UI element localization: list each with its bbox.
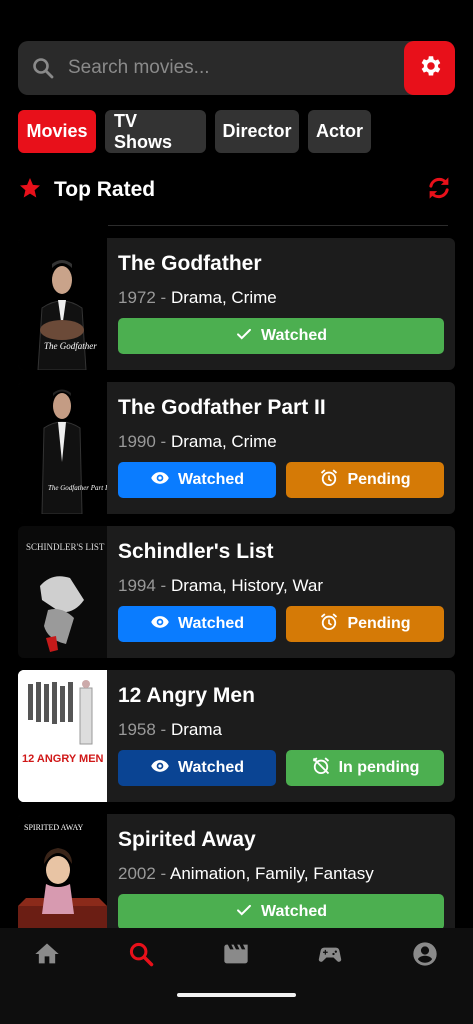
meta-separator: - (155, 288, 171, 307)
watched-button[interactable]: Watched (118, 462, 276, 498)
eye-icon (150, 756, 170, 781)
alarm-icon (319, 468, 339, 493)
watched-label: Watched (177, 759, 245, 776)
gamepad-icon (316, 940, 344, 973)
meta-separator: - (155, 432, 171, 451)
movie-title: Schindler's List (118, 540, 274, 563)
section-divider (108, 225, 448, 226)
gear-icon (417, 53, 443, 84)
meta-separator: - (155, 576, 171, 595)
poster-title-text: SPIRITED AWAY (24, 823, 84, 832)
tab-tv-shows[interactable]: TV Shows (105, 110, 206, 153)
movie-title: 12 Angry Men (118, 684, 255, 707)
movie-card[interactable]: SPIRITED AWAY Spirited Away 2002 - Anima… (18, 814, 455, 928)
alarm-off-icon (311, 756, 331, 781)
nav-movies[interactable] (216, 940, 256, 972)
alarm-icon (319, 612, 339, 637)
movie-year: 1990 (118, 432, 156, 451)
meta-separator: - (155, 864, 170, 883)
meta-separator: - (155, 720, 171, 739)
refresh-button[interactable] (417, 168, 461, 212)
movie-card[interactable]: 12 ANGRY MEN 12 Angry Men 1958 - Drama W… (18, 670, 455, 802)
watched-label: Watched (177, 471, 245, 488)
movie-year: 1958 (118, 720, 156, 739)
movie-poster: The Godfather Part II (18, 382, 110, 514)
watched-label: Watched (177, 615, 245, 632)
movie-meta: 1972 - Drama, Crime (118, 288, 277, 308)
section-title: Top Rated (54, 178, 156, 201)
watched-label: Watched (260, 327, 328, 344)
search-input[interactable] (68, 57, 404, 79)
tab-actor[interactable]: Actor (308, 110, 371, 153)
watched-button[interactable]: Watched (118, 606, 276, 642)
movie-genres: Drama (170, 720, 222, 739)
poster-title-text: The Godfather Part II (48, 484, 107, 492)
movie-genres: Drama, Crime (170, 288, 277, 307)
movie-poster: The Godfather (18, 238, 107, 370)
movie-poster: 12 ANGRY MEN (18, 670, 107, 802)
star-icon (18, 176, 42, 205)
watched-label: Watched (260, 903, 328, 920)
account-icon (411, 940, 439, 973)
watched-button[interactable]: Watched (118, 750, 276, 786)
movie-genres: Drama, Crime (170, 432, 277, 451)
movie-card[interactable]: SCHINDLER'S LIST Schindler's List 1994 -… (18, 526, 455, 658)
movie-meta: 2002 - Animation, Family, Fantasy (118, 864, 374, 884)
search-icon (127, 940, 155, 973)
home-icon (33, 940, 61, 973)
category-tabs: Movies TV Shows Director Actor (18, 110, 371, 153)
nav-account[interactable] (405, 940, 445, 972)
movie-genres: Drama, History, War (170, 576, 323, 595)
tab-movies[interactable]: Movies (18, 110, 96, 153)
pending-button[interactable]: Pending (286, 606, 444, 642)
movie-meta: 1958 - Drama (118, 720, 222, 740)
movie-genres: Animation, Family, Fantasy (170, 864, 374, 883)
check-icon (235, 901, 253, 924)
in-pending-label: In pending (338, 759, 420, 776)
movie-year: 2002 (118, 864, 156, 883)
movie-title: The Godfather Part II (118, 396, 326, 419)
home-indicator[interactable] (177, 993, 296, 997)
movie-card[interactable]: The Godfather The Godfather 1972 - Drama… (18, 238, 455, 370)
check-icon (235, 325, 253, 348)
nav-search[interactable] (121, 940, 161, 972)
movie-year: 1994 (118, 576, 156, 595)
movie-year: 1972 (118, 288, 156, 307)
poster-title-text: The Godfather (44, 341, 97, 351)
search-icon (18, 41, 68, 95)
search-bar[interactable] (18, 41, 455, 95)
poster-title-text: 12 ANGRY MEN (22, 753, 104, 765)
movie-meta: 1990 - Drama, Crime (118, 432, 277, 452)
movie-meta: 1994 - Drama, History, War (118, 576, 323, 596)
tab-director[interactable]: Director (215, 110, 299, 153)
movie-card[interactable]: The Godfather Part II The Godfather Part… (18, 382, 455, 514)
eye-icon (150, 468, 170, 493)
bottom-nav (0, 928, 473, 1024)
watched-button[interactable]: Watched (118, 318, 444, 354)
in-pending-button[interactable]: In pending (286, 750, 444, 786)
movie-poster: SCHINDLER'S LIST (18, 526, 107, 658)
watched-button[interactable]: Watched (118, 894, 444, 928)
nav-home[interactable] (27, 940, 67, 972)
movie-clapper-icon (222, 940, 250, 973)
pending-label: Pending (347, 471, 411, 488)
movie-title: The Godfather (118, 252, 262, 275)
movie-list[interactable]: The Godfather The Godfather 1972 - Drama… (18, 238, 455, 928)
settings-button[interactable] (404, 41, 455, 95)
movie-poster: SPIRITED AWAY (18, 814, 107, 928)
poster-title-text: SCHINDLER'S LIST (26, 542, 105, 552)
pending-button[interactable]: Pending (286, 462, 444, 498)
pending-label: Pending (347, 615, 411, 632)
movie-title: Spirited Away (118, 828, 256, 851)
refresh-icon (424, 173, 454, 208)
section-header: Top Rated (18, 168, 455, 212)
eye-icon (150, 612, 170, 637)
nav-games[interactable] (310, 940, 350, 972)
